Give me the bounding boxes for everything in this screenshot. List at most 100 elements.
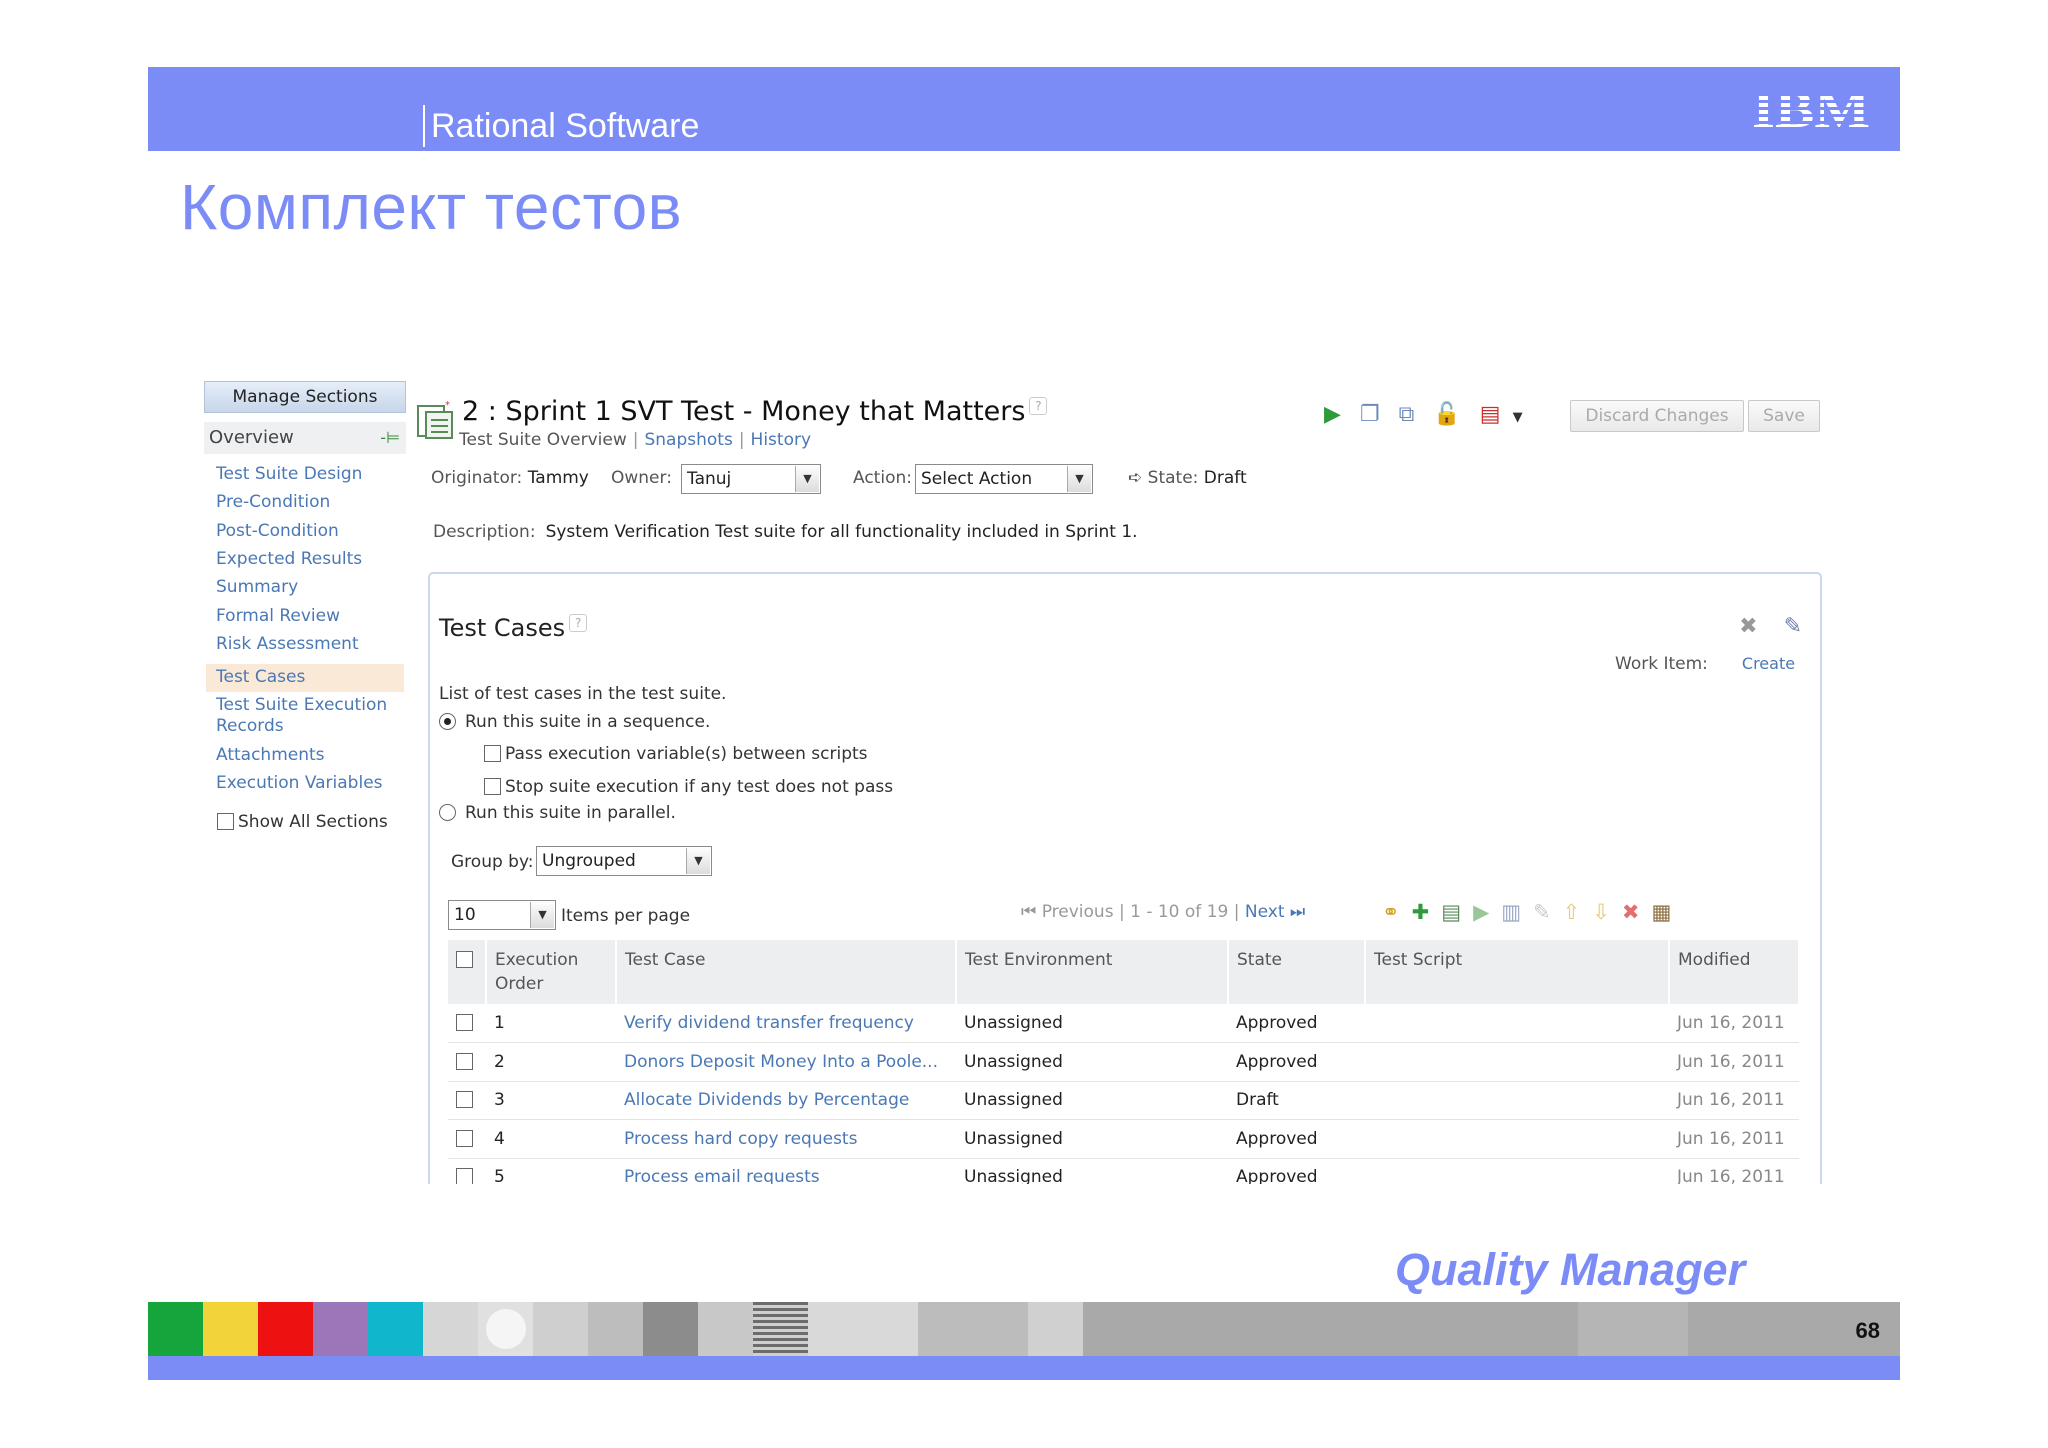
table-row[interactable]: 2 Donors Deposit Money Into a Poole... Una…	[448, 1042, 1799, 1082]
run-sequence-radio[interactable]	[439, 713, 456, 730]
cell-modified: Jun 16, 2011	[1669, 1119, 1799, 1159]
cell-test-case-link[interactable]: Allocate Dividends by Percentage	[616, 1081, 956, 1120]
stop-on-fail-label: Stop suite execution if any test does no…	[505, 777, 894, 797]
column-execution-order[interactable]: Execution Order	[486, 940, 617, 1004]
show-all-checkbox[interactable]	[217, 813, 234, 830]
move-up-icon[interactable]: ⇧	[1563, 900, 1593, 924]
sidebar-item-attachments[interactable]: Attachments	[216, 745, 325, 766]
sidebar-item-execution-records[interactable]: Test Suite Execution	[216, 695, 387, 716]
run-icon[interactable]: ▶	[1473, 900, 1501, 924]
table-row[interactable]: 4 Process hard copy requests Unassigned App…	[448, 1119, 1799, 1159]
column-state[interactable]: State	[1228, 940, 1366, 1004]
column-modified[interactable]: Modified	[1669, 940, 1800, 1004]
sidebar-item-formal-review[interactable]: Formal Review	[216, 606, 340, 627]
cell-execution-order: 5	[486, 1158, 616, 1184]
test-cases-title: Test Cases?	[439, 614, 588, 642]
sidebar-item-test-suite-design[interactable]: Test Suite Design	[216, 464, 362, 485]
footer-blue-bar	[148, 1356, 1900, 1380]
move-down-icon[interactable]: ⇩	[1592, 900, 1622, 924]
footer-photo-tile	[478, 1302, 533, 1356]
add-icon[interactable]: ✚	[1412, 900, 1442, 924]
first-page-icon[interactable]: ⏮	[1021, 902, 1036, 922]
reports-icon[interactable]: ▥	[1501, 900, 1533, 924]
owner-value: Tanuj	[687, 469, 732, 489]
create-work-item-link[interactable]: Create	[1742, 654, 1795, 673]
cell-test-case-link[interactable]: Process email requests	[616, 1158, 956, 1184]
run-parallel-option[interactable]: Run this suite in parallel.	[439, 803, 676, 823]
row-checkbox[interactable]	[456, 1052, 473, 1070]
items-per-page-select[interactable]: 10 ▼	[448, 900, 556, 930]
edit-icon[interactable]: ✎	[1784, 614, 1802, 639]
previous-link[interactable]: Previous	[1042, 902, 1114, 922]
tab-history[interactable]: History	[751, 430, 811, 450]
sidebar-item-summary[interactable]: Summary	[216, 577, 298, 598]
run-parallel-radio[interactable]	[439, 804, 456, 821]
sidebar-item-test-cases[interactable]: Test Cases	[216, 667, 305, 688]
column-test-script[interactable]: Test Script	[1365, 940, 1670, 1004]
configure-columns-icon[interactable]: ▦	[1652, 900, 1684, 924]
help-icon[interactable]: ?	[569, 614, 588, 632]
remove-icon[interactable]: ✖	[1739, 614, 1757, 639]
sidebar-item-post-condition[interactable]: Post-Condition	[216, 521, 339, 542]
save-button[interactable]: Save	[1748, 400, 1820, 432]
discard-changes-button[interactable]: Discard Changes	[1570, 400, 1744, 432]
pass-vars-checkbox[interactable]	[484, 745, 501, 762]
sidebar-item-execution-records-2[interactable]: Records	[216, 716, 284, 737]
chevron-down-icon[interactable]: ▼	[795, 466, 819, 492]
row-checkbox[interactable]	[456, 1091, 473, 1109]
row-checkbox[interactable]	[456, 1014, 473, 1031]
cell-test-case-link[interactable]: Verify dividend transfer frequency	[616, 1004, 956, 1043]
pin-icon[interactable]: -⊨	[380, 422, 400, 454]
column-test-environment[interactable]: Test Environment	[956, 940, 1229, 1004]
chevron-down-icon[interactable]: ▼	[686, 848, 710, 874]
work-item-row: Work Item: Create	[1615, 654, 1795, 674]
run-icon[interactable]: ▶	[1324, 402, 1341, 427]
lock-icon[interactable]: 🔓	[1433, 402, 1460, 427]
test-suite-icon: *	[417, 400, 453, 439]
tab-overview[interactable]: Test Suite Overview	[459, 430, 627, 450]
sidebar-item-execution-variables[interactable]: Execution Variables	[216, 773, 383, 794]
chevron-down-icon[interactable]: ▼	[1513, 410, 1523, 425]
group-by-select[interactable]: Ungrouped ▼	[536, 846, 712, 876]
footer-photo-tile	[753, 1302, 808, 1356]
action-select[interactable]: Select Action ▼	[915, 464, 1093, 494]
sidebar-item-risk-assessment[interactable]: Risk Assessment	[216, 634, 359, 655]
edit-icon[interactable]: ✎	[1533, 900, 1563, 924]
pass-vars-option[interactable]: Pass execution variable(s) between scrip…	[484, 744, 868, 764]
last-page-icon[interactable]: ⏭	[1290, 902, 1305, 922]
help-icon[interactable]: ?	[1029, 397, 1048, 415]
row-checkbox-cell	[448, 1119, 486, 1159]
duplicate-icon[interactable]: ⧉	[1399, 402, 1415, 427]
table-row[interactable]: 3 Allocate Dividends by Percentage Unassig…	[448, 1081, 1799, 1120]
sidebar-item-expected-results[interactable]: Expected Results	[216, 549, 362, 570]
cell-state: Approved	[1228, 1119, 1365, 1159]
cell-modified: Jun 16, 2011	[1669, 1081, 1799, 1120]
copy-icon[interactable]: ❐	[1360, 402, 1380, 427]
chevron-down-icon[interactable]: ▼	[1067, 466, 1091, 492]
table-row[interactable]: 1 Verify dividend transfer frequency Unass…	[448, 1004, 1799, 1043]
delete-icon[interactable]: ✖	[1622, 900, 1652, 924]
row-checkbox[interactable]	[456, 1168, 473, 1184]
tab-snapshots[interactable]: Snapshots	[644, 430, 732, 450]
cell-test-case-link[interactable]: Process hard copy requests	[616, 1119, 956, 1159]
next-link[interactable]: Next	[1245, 902, 1285, 922]
new-test-case-icon[interactable]: ▤	[1441, 900, 1473, 924]
row-checkbox[interactable]	[456, 1129, 473, 1147]
owner-select[interactable]: Tanuj ▼	[681, 464, 821, 494]
cell-test-case-link[interactable]: Donors Deposit Money Into a Poole...	[616, 1042, 956, 1082]
show-all-sections[interactable]: Show All Sections	[217, 812, 388, 832]
select-all-checkbox[interactable]	[456, 951, 473, 968]
state-label: State:	[1147, 468, 1199, 488]
chevron-down-icon[interactable]: ▼	[530, 902, 554, 928]
select-all-cell	[448, 940, 487, 1004]
stop-on-fail-option[interactable]: Stop suite execution if any test does no…	[484, 777, 893, 797]
sidebar-overview[interactable]: Overview -⊨	[204, 422, 406, 454]
column-test-case[interactable]: Test Case	[616, 940, 957, 1004]
pdf-icon[interactable]: ▤	[1480, 402, 1501, 427]
manage-sections-button[interactable]: Manage Sections	[204, 381, 406, 413]
link-icon[interactable]: ⚭	[1382, 900, 1412, 924]
stop-on-fail-checkbox[interactable]	[484, 778, 501, 795]
run-sequence-option[interactable]: Run this suite in a sequence.	[439, 712, 710, 732]
sidebar-item-pre-condition[interactable]: Pre-Condition	[216, 492, 330, 513]
table-row[interactable]: 5 Process email requests Unassigned Approve…	[448, 1158, 1799, 1184]
